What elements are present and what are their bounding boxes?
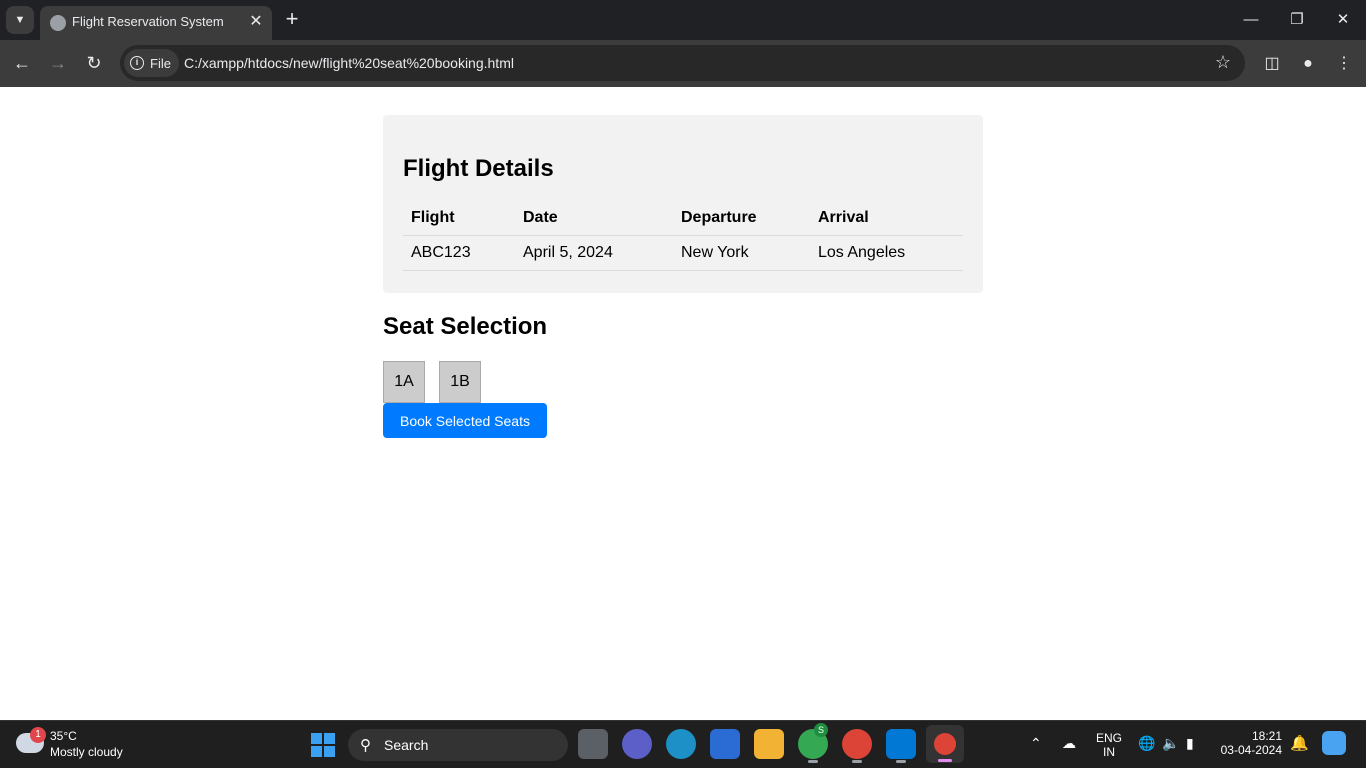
- restore-icon[interactable]: ❐: [1282, 8, 1312, 32]
- minimize-icon[interactable]: —: [1236, 8, 1266, 32]
- sidebar-icon[interactable]: ◫: [1260, 52, 1284, 76]
- store-icon[interactable]: [710, 729, 740, 759]
- flight-details-card: Flight Details Flight Date Departure Arr…: [383, 115, 983, 293]
- windows-start-icon[interactable]: [311, 733, 335, 757]
- star-icon[interactable]: ☆: [1215, 52, 1231, 73]
- chevron-up-icon[interactable]: ⌃: [1030, 735, 1042, 752]
- teams-icon[interactable]: [622, 729, 652, 759]
- volume-icon[interactable]: 🔈: [1162, 735, 1179, 752]
- flight-date-cell: April 5, 2024: [515, 235, 673, 271]
- weather-description: Mostly cloudy: [50, 745, 123, 759]
- forward-icon[interactable]: →: [46, 51, 70, 75]
- browser-toolbar: ← → ↻ i File C:/xampp/htdocs/new/flight%…: [0, 40, 1366, 87]
- region-label: IN: [1103, 745, 1115, 759]
- onedrive-icon[interactable]: ☁: [1062, 735, 1076, 752]
- language-label: ENG: [1096, 731, 1123, 745]
- language-indicator[interactable]: ENG IN: [1096, 731, 1122, 759]
- site-info-label: File: [150, 55, 171, 71]
- search-label: Search: [384, 737, 429, 753]
- seat-selection-title: Seat Selection: [383, 313, 548, 340]
- active-indicator: [938, 759, 952, 762]
- column-header-flight: Flight: [403, 201, 515, 236]
- column-header-date: Date: [515, 201, 673, 236]
- page-content: Flight Details Flight Date Departure Arr…: [0, 87, 1366, 720]
- url-text[interactable]: C:/xampp/htdocs/new/flight%20seat%20book…: [184, 55, 514, 71]
- network-icon[interactable]: 🌐: [1138, 735, 1155, 752]
- battery-icon[interactable]: ▮: [1186, 735, 1194, 752]
- window-close-icon[interactable]: ✕: [1328, 8, 1358, 32]
- windows-taskbar: 1 35°C Mostly cloudy ⚲ Search S ⌃ ☁ ENG …: [0, 720, 1366, 768]
- seat-1a[interactable]: 1A: [383, 361, 425, 403]
- close-tab-icon[interactable]: ✕: [246, 12, 266, 32]
- menu-icon[interactable]: ⋮: [1332, 52, 1356, 76]
- file-explorer-icon[interactable]: [754, 729, 784, 759]
- edge-icon[interactable]: [666, 729, 696, 759]
- flight-table: Flight Date Departure Arrival ABC123 Apr…: [403, 201, 963, 271]
- chrome-logo-icon: [934, 733, 956, 755]
- browser-tab[interactable]: Flight Reservation System ✕: [40, 6, 272, 40]
- flight-number-cell: ABC123: [403, 235, 515, 271]
- clock-time: 18:21: [1251, 729, 1282, 743]
- departure-cell: New York: [673, 235, 810, 271]
- column-header-departure: Departure: [673, 201, 810, 236]
- tab-title: Flight Reservation System: [72, 14, 224, 29]
- seat-grid: 1A 1B: [383, 361, 481, 403]
- running-indicator: [896, 760, 906, 763]
- address-bar[interactable]: i File C:/xampp/htdocs/new/flight%20seat…: [120, 45, 1245, 81]
- vscode-icon[interactable]: [886, 729, 916, 763]
- search-icon: ⚲: [360, 737, 371, 754]
- clock-date: 03-04-2024: [1220, 743, 1282, 757]
- book-selected-seats-button[interactable]: Book Selected Seats: [383, 403, 547, 438]
- weather-temperature: 35°C: [50, 729, 77, 743]
- table-header-row: Flight Date Departure Arrival: [403, 201, 963, 236]
- arrival-cell: Los Angeles: [810, 235, 963, 271]
- chrome-active-icon[interactable]: [926, 725, 964, 763]
- seat-1b[interactable]: 1B: [439, 361, 481, 403]
- back-icon[interactable]: ←: [10, 51, 34, 75]
- profile-badge: S: [814, 723, 828, 737]
- chrome-profile-icon[interactable]: S: [798, 723, 828, 763]
- profile-icon[interactable]: ●: [1296, 52, 1320, 76]
- chevron-down-icon: ▼: [14, 14, 26, 26]
- table-row: ABC123 April 5, 2024 New York Los Angele…: [403, 235, 963, 271]
- reload-icon[interactable]: ↻: [82, 51, 106, 75]
- running-indicator: [852, 760, 862, 763]
- browser-tab-bar: ▼ Flight Reservation System ✕ + — ❐ ✕: [0, 0, 1366, 40]
- task-view-icon[interactable]: [578, 729, 608, 759]
- notification-bell-icon[interactable]: 🔔: [1290, 734, 1309, 752]
- chrome-icon[interactable]: [842, 729, 872, 763]
- clock[interactable]: 18:21 03-04-2024: [1218, 729, 1282, 757]
- info-icon: i: [130, 56, 144, 70]
- globe-icon: [50, 15, 66, 31]
- column-header-arrival: Arrival: [810, 201, 963, 236]
- new-tab-icon[interactable]: +: [280, 8, 304, 32]
- flight-details-title: Flight Details: [403, 155, 554, 182]
- copilot-icon[interactable]: [1322, 731, 1346, 755]
- site-info-chip[interactable]: i File: [124, 49, 179, 77]
- taskbar-search[interactable]: ⚲ Search: [348, 729, 568, 761]
- notification-badge: 1: [30, 727, 46, 743]
- running-indicator: [808, 760, 818, 763]
- tab-search-button[interactable]: ▼: [6, 6, 34, 34]
